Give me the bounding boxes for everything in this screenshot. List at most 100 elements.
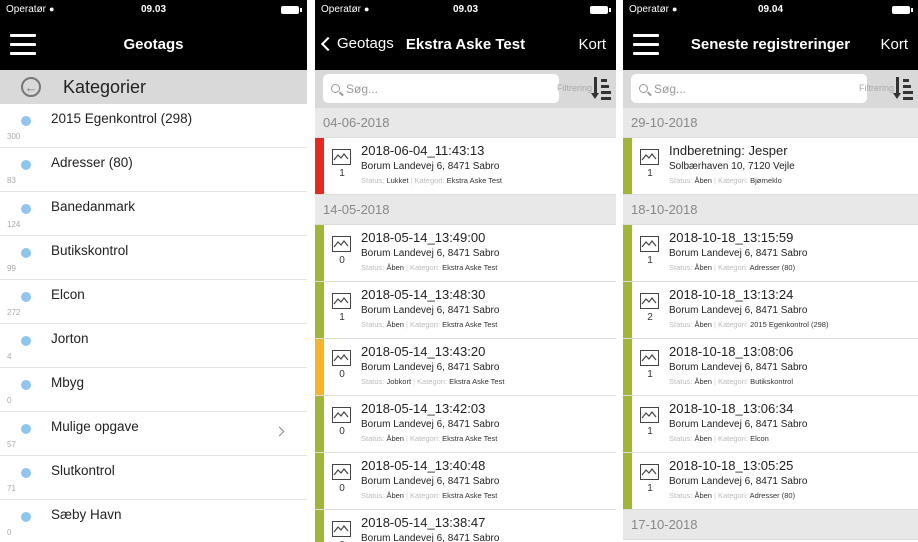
category-row[interactable]: 57 Mulige opgave <box>0 412 307 456</box>
registration-meta: Status: Jobkort | Kategori: Ekstra Aske Te… <box>361 377 504 386</box>
registration-title: 2018-05-14_13:42:03 <box>361 401 486 416</box>
filter-button[interactable]: Filtrering <box>859 83 894 93</box>
filter-button[interactable]: Filtrering <box>557 83 592 93</box>
category-row[interactable]: 4 Jorton <box>0 324 307 368</box>
registration-title: 2018-05-14_13:49:00 <box>361 230 486 245</box>
status-label: Status: <box>669 434 693 443</box>
date-section-header: 29-10-2018 <box>623 108 918 138</box>
registration-meta: Status: Åben | Kategori: Ekstra Aske Test <box>361 491 497 500</box>
category-value: Ekstra Aske Test <box>442 263 498 272</box>
image-icon <box>332 350 351 366</box>
category-dot-icon <box>21 160 31 170</box>
category-row[interactable]: 71 Slutkontrol <box>0 456 307 500</box>
category-value: 2015 Egenkontrol (298) <box>750 320 829 329</box>
category-dot-icon <box>21 512 31 522</box>
back-arrow-icon[interactable]: ← <box>21 77 41 97</box>
registration-title: 2018-06-04_11:43:13 <box>361 143 485 158</box>
category-label: Slutkontrol <box>51 463 115 478</box>
category-row[interactable]: 124 Banedanmark <box>0 192 307 236</box>
search-input[interactable]: Søg... <box>631 74 867 103</box>
category-label: Sæby Havn <box>51 507 122 522</box>
registration-row[interactable]: 0 2018-05-14_13:40:48 Borum Landevej 6, 84… <box>315 453 616 510</box>
category-dot-icon <box>21 468 31 478</box>
registration-address: Borum Landevej 6, 8471 Sabro <box>669 476 808 487</box>
registration-meta: Status: Åben | Kategori: Butikskontrol <box>669 377 793 386</box>
registration-row[interactable]: 1 2018-10-18_13:06:34 Borum Landevej 6, 84… <box>623 396 918 453</box>
category-count: 0 <box>7 528 12 537</box>
search-input[interactable]: Søg... <box>323 74 559 103</box>
registration-row[interactable]: 0 2018-05-14_13:42:03 Borum Landevej 6, 84… <box>315 396 616 453</box>
category-label: Butikskontrol <box>51 243 129 258</box>
category-dot-icon <box>21 292 31 302</box>
search-placeholder: Søg... <box>654 81 687 96</box>
category-label: Kategori: <box>409 263 440 272</box>
status-label: Status: <box>669 377 693 386</box>
phone-screen-recent-registrations: Operatør ● 09.04 Seneste registreringer K… <box>623 0 918 542</box>
category-row[interactable]: 99 Butikskontrol <box>0 236 307 280</box>
registration-title: 2018-05-14_13:38:47 <box>361 515 486 530</box>
registration-meta: Status: Åben | Kategori: Ekstra Aske Test <box>361 434 497 443</box>
status-value: Lukket <box>386 176 409 185</box>
registration-row[interactable]: 0 2018-05-14_13:43:20 Borum Landevej 6, 84… <box>315 339 616 396</box>
registration-row[interactable]: 0 2018-05-14_13:49:00 Borum Landevej 6, 84… <box>315 225 616 282</box>
registration-row[interactable]: 1 Indberetning: Jesper Solbærhaven 10, 712… <box>623 138 918 195</box>
registration-meta: Status: Åben | Kategori: 2015 Egenkontrol … <box>669 320 828 329</box>
registration-row[interactable]: 1 2018-10-18_13:15:59 Borum Landevej 6, 84… <box>623 225 918 282</box>
registration-row[interactable]: 02018-05-14_13:38:47Borum Landevej 6, 84… <box>315 510 616 542</box>
category-value: Ekstra Aske Test <box>442 320 498 329</box>
registration-meta: Status: Åben | Kategori: Adresser (80) <box>669 491 795 500</box>
map-button[interactable]: Kort <box>578 36 606 53</box>
search-icon <box>331 84 340 93</box>
category-dot-icon <box>21 248 31 258</box>
registration-address: Borum Landevej 6, 8471 Sabro <box>361 419 500 430</box>
category-row[interactable]: 0 Mbyg <box>0 368 307 412</box>
entry-list: 29-10-2018 1 Indberetning: Jesper Solbærhav… <box>623 108 918 540</box>
registration-row[interactable]: 1 2018-10-18_13:08:06 Borum Landevej 6, 84… <box>623 339 918 396</box>
category-value: Adresser (80) <box>749 491 796 500</box>
date-section-header: 14-05-2018 <box>315 195 616 225</box>
phone-screen-categories: Operatør ● 09.03 Geotags ← Kategorier 300… <box>0 0 307 542</box>
image-icon <box>640 149 659 165</box>
registration-row[interactable]: 1 2018-06-04_11:43:13 Borum Landevej 6, 84… <box>315 138 616 195</box>
status-color-strip <box>315 453 324 509</box>
separator: | <box>713 176 716 185</box>
category-label: Banedanmark <box>51 199 136 214</box>
status-value: Åben <box>386 263 404 272</box>
registration-meta: Status: Åben | Kategori: Ekstra Aske Test <box>361 320 497 329</box>
separator: | <box>713 263 716 272</box>
status-label: Status: <box>361 176 385 185</box>
image-count: 0 <box>339 369 345 380</box>
registration-address: Borum Landevej 6, 8471 Sabro <box>669 362 808 373</box>
category-dot-icon <box>21 116 31 126</box>
status-value: Åben <box>694 434 712 443</box>
category-label: Elcon <box>51 287 85 302</box>
image-icon <box>332 236 351 252</box>
category-count: 4 <box>7 352 12 361</box>
category-value: Adresser (80) <box>749 263 796 272</box>
category-value: Ekstra Aske Test <box>449 377 505 386</box>
category-row[interactable]: 0 Sæby Havn <box>0 500 307 542</box>
navigation-bar: Seneste registreringer Kort <box>623 20 918 70</box>
image-count: 2 <box>647 312 653 323</box>
battery-icon <box>281 6 302 14</box>
divider <box>616 0 623 542</box>
category-row[interactable]: 83 Adresser (80) <box>0 148 307 192</box>
sort-icon[interactable] <box>591 77 612 101</box>
image-icon <box>332 464 351 480</box>
registration-row[interactable]: 1 2018-05-14_13:48:30 Borum Landevej 6, 84… <box>315 282 616 339</box>
registration-row[interactable]: 1 2018-10-18_13:05:25 Borum Landevej 6, 84… <box>623 453 918 510</box>
image-count: 1 <box>647 483 653 494</box>
sort-icon[interactable] <box>893 77 914 101</box>
registration-address: Solbærhaven 10, 7120 Vejle <box>669 161 795 172</box>
status-label: Status: <box>361 263 385 272</box>
registration-title: 2018-10-18_13:13:24 <box>669 287 794 302</box>
separator: | <box>713 377 716 386</box>
registration-row[interactable]: 2 2018-10-18_13:13:24 Borum Landevej 6, 84… <box>623 282 918 339</box>
category-row[interactable]: 272 Elcon <box>0 280 307 324</box>
category-value: Butikskontrol <box>750 377 793 386</box>
category-label: Kategori: <box>717 377 748 386</box>
category-row[interactable]: 300 2015 Egenkontrol (298) <box>0 104 307 148</box>
registration-address: Borum Landevej 6, 8471 Sabro <box>361 305 500 316</box>
image-icon <box>640 464 659 480</box>
map-button[interactable]: Kort <box>880 36 908 53</box>
